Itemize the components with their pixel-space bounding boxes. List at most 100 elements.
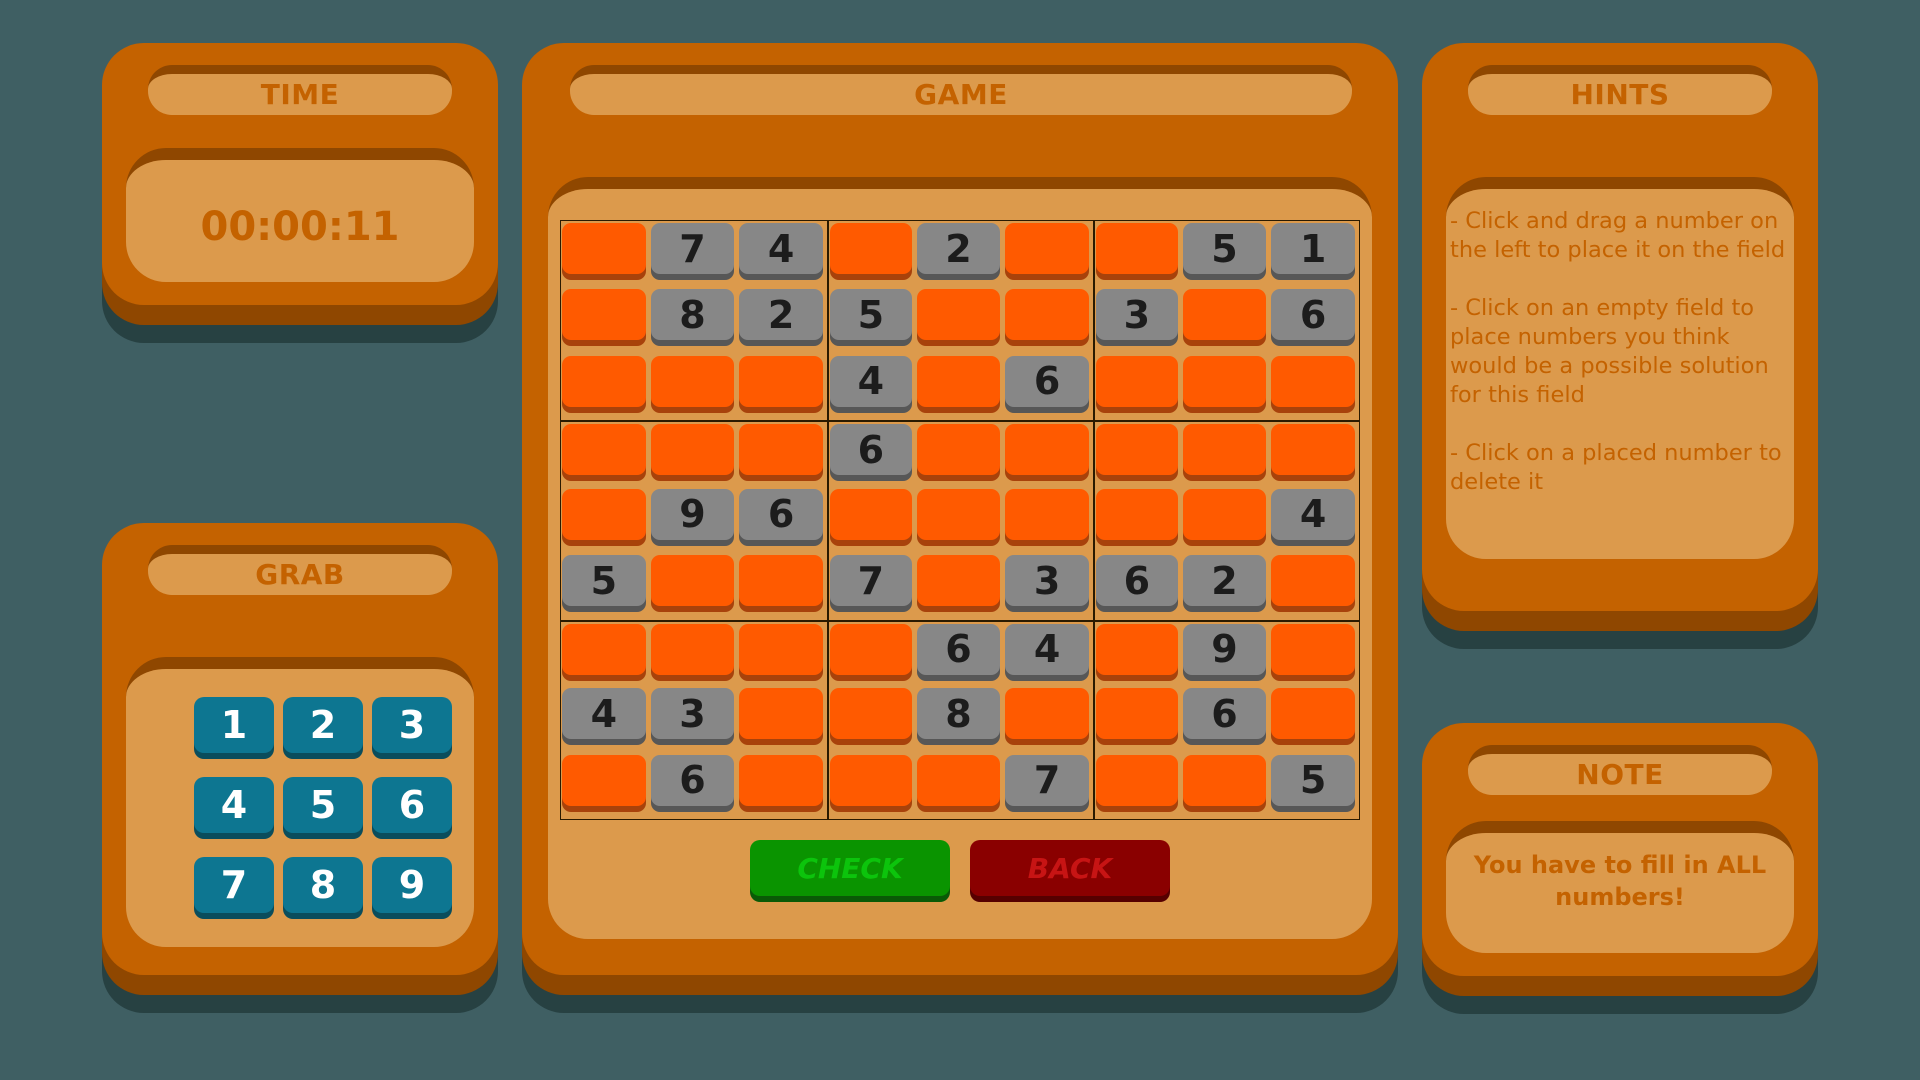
empty-cell-tile[interactable]	[650, 555, 735, 607]
empty-cell-tile[interactable]	[1271, 555, 1355, 607]
empty-cell-tile[interactable]	[562, 754, 646, 806]
check-button[interactable]: CHECK	[750, 840, 950, 896]
empty-cell-tile[interactable]	[650, 355, 735, 407]
empty-cell-tile[interactable]	[829, 623, 912, 675]
given-number-tile[interactable]: 6	[1005, 355, 1089, 407]
empty-cell-tile[interactable]	[1095, 223, 1178, 274]
given-number-tile[interactable]: 5	[1182, 223, 1267, 274]
board-cell	[1182, 354, 1271, 420]
grab-number-9[interactable]: 9	[372, 857, 452, 913]
given-number-tile[interactable]: 8	[916, 688, 1001, 740]
grab-number-2[interactable]: 2	[283, 697, 363, 753]
empty-cell-tile[interactable]	[562, 424, 646, 476]
empty-cell-tile[interactable]	[1095, 424, 1178, 476]
empty-cell-tile[interactable]	[1095, 688, 1178, 740]
given-number-tile[interactable]: 7	[1005, 754, 1089, 806]
empty-cell-tile[interactable]	[916, 424, 1001, 476]
given-number-tile[interactable]: 7	[650, 223, 735, 274]
empty-cell-tile[interactable]	[1271, 623, 1355, 675]
given-number-tile[interactable]: 9	[650, 488, 735, 540]
given-number-tile[interactable]: 6	[650, 754, 735, 806]
empty-cell-tile[interactable]	[829, 488, 912, 540]
grab-number-7[interactable]: 7	[194, 857, 274, 913]
empty-cell-tile[interactable]	[916, 289, 1001, 341]
given-number-tile[interactable]: 5	[562, 555, 646, 607]
empty-cell-tile[interactable]	[562, 355, 646, 407]
given-number-tile[interactable]: 1	[1271, 223, 1355, 274]
note-content: You have to fill in ALL numbers!	[1446, 821, 1794, 953]
empty-cell-tile[interactable]	[562, 223, 646, 274]
grab-number-8[interactable]: 8	[283, 857, 363, 913]
empty-cell-tile[interactable]	[1005, 223, 1089, 274]
empty-cell-tile[interactable]	[1271, 355, 1355, 407]
given-number-tile[interactable]: 9	[1182, 623, 1267, 675]
given-number-tile[interactable]: 2	[1182, 555, 1267, 607]
given-number-tile[interactable]: 7	[829, 555, 912, 607]
empty-cell-tile[interactable]	[916, 555, 1001, 607]
board-cell	[1004, 287, 1093, 353]
empty-cell-tile[interactable]	[1095, 623, 1178, 675]
empty-cell-tile[interactable]	[916, 355, 1001, 407]
empty-cell-tile[interactable]	[739, 555, 823, 607]
empty-cell-tile[interactable]	[1271, 424, 1355, 476]
given-number-tile[interactable]: 3	[1005, 555, 1089, 607]
empty-cell-tile[interactable]	[829, 223, 912, 274]
empty-cell-tile[interactable]	[1095, 754, 1178, 806]
empty-cell-tile[interactable]	[1005, 289, 1089, 341]
empty-cell-tile[interactable]	[739, 754, 823, 806]
given-number-tile[interactable]: 5	[829, 289, 912, 341]
hint-item: - Click on a placed number to delete it	[1450, 440, 1782, 495]
back-button[interactable]: BACK	[970, 840, 1170, 896]
given-number-tile[interactable]: 4	[739, 223, 823, 274]
empty-cell-tile[interactable]	[739, 424, 823, 476]
given-number-tile[interactable]: 6	[1182, 688, 1267, 740]
given-number-tile[interactable]: 6	[1271, 289, 1355, 341]
given-number-tile[interactable]: 6	[916, 623, 1001, 675]
empty-cell-tile[interactable]	[1182, 355, 1267, 407]
grab-number-3[interactable]: 3	[372, 697, 452, 753]
grab-number-4[interactable]: 4	[194, 777, 274, 833]
board-cell: 1	[1270, 221, 1359, 287]
empty-cell-tile[interactable]	[739, 355, 823, 407]
given-number-tile[interactable]: 2	[916, 223, 1001, 274]
board-cell	[1181, 420, 1271, 486]
given-number-tile[interactable]: 8	[650, 289, 735, 341]
given-number-tile[interactable]: 6	[829, 424, 912, 476]
empty-cell-tile[interactable]	[739, 623, 823, 675]
empty-cell-tile[interactable]	[562, 488, 646, 540]
empty-cell-tile[interactable]	[562, 623, 646, 675]
empty-cell-tile[interactable]	[916, 754, 1001, 806]
empty-cell-tile[interactable]	[739, 688, 823, 740]
given-number-tile[interactable]: 4	[562, 688, 646, 740]
empty-cell-tile[interactable]	[650, 424, 735, 476]
grab-number-6[interactable]: 6	[372, 777, 452, 833]
empty-cell-tile[interactable]	[650, 623, 735, 675]
empty-cell-tile[interactable]	[1005, 688, 1089, 740]
empty-cell-tile[interactable]	[1005, 424, 1089, 476]
board-cell	[738, 420, 827, 486]
given-number-tile[interactable]: 3	[1095, 289, 1178, 341]
given-number-tile[interactable]: 4	[829, 355, 912, 407]
empty-cell-tile[interactable]	[1005, 488, 1089, 540]
empty-cell-tile[interactable]	[1095, 488, 1178, 540]
empty-cell-tile[interactable]	[1182, 754, 1267, 806]
given-number-tile[interactable]: 6	[739, 488, 823, 540]
empty-cell-tile[interactable]	[1271, 688, 1355, 740]
given-number-tile[interactable]: 2	[739, 289, 823, 341]
empty-cell-tile[interactable]	[829, 688, 912, 740]
given-number-tile[interactable]: 3	[650, 688, 735, 740]
given-number-tile[interactable]: 4	[1271, 488, 1355, 540]
empty-cell-tile[interactable]	[1095, 355, 1178, 407]
empty-cell-tile[interactable]	[916, 488, 1001, 540]
grab-number-5[interactable]: 5	[283, 777, 363, 833]
given-number-tile[interactable]: 6	[1095, 555, 1178, 607]
time-panel: TIME 00:00:11	[102, 43, 498, 305]
empty-cell-tile[interactable]	[1182, 424, 1267, 476]
empty-cell-tile[interactable]	[1182, 289, 1267, 341]
empty-cell-tile[interactable]	[829, 754, 912, 806]
empty-cell-tile[interactable]	[562, 289, 646, 341]
given-number-tile[interactable]: 5	[1271, 754, 1355, 806]
empty-cell-tile[interactable]	[1182, 488, 1267, 540]
grab-number-1[interactable]: 1	[194, 697, 274, 753]
given-number-tile[interactable]: 4	[1005, 623, 1089, 675]
